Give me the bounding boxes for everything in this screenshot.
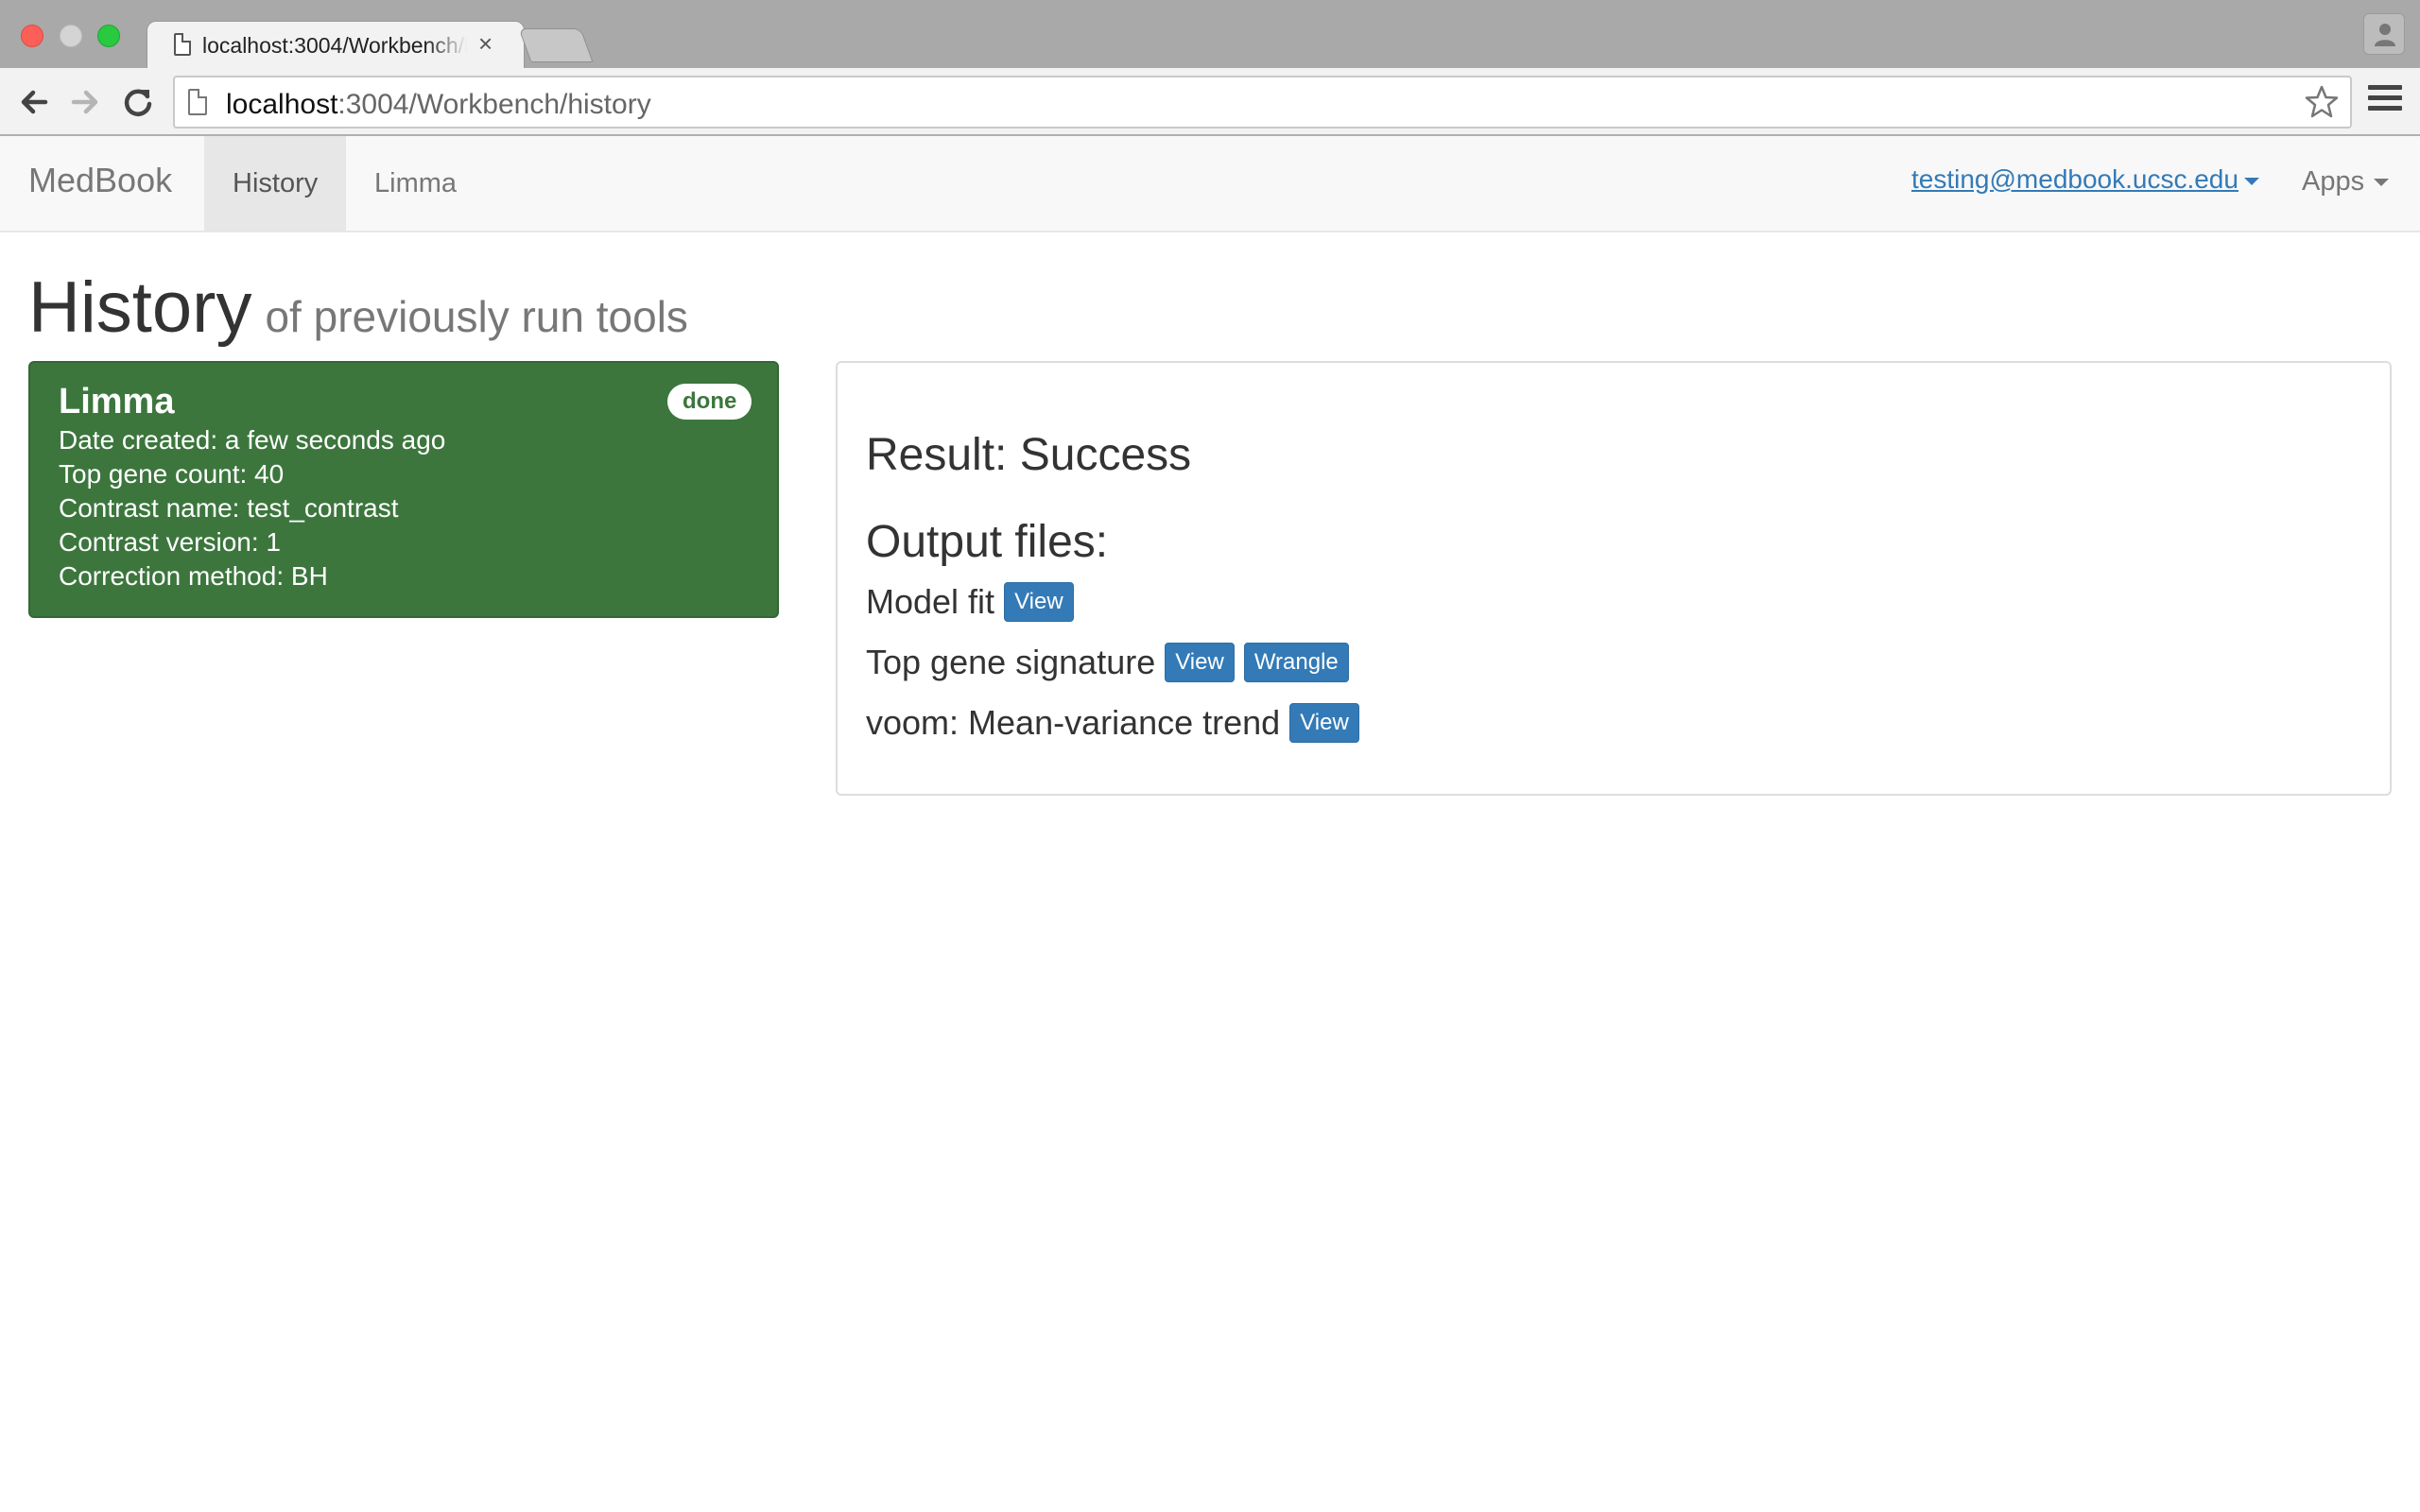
page-icon [188,89,207,115]
user-icon [2375,24,2395,46]
job-detail-contrast-version: Contrast version: 1 [59,527,281,557]
output-file-row: Top gene signature View Wrangle [866,643,1358,682]
browser-menu-icon[interactable] [2368,85,2402,119]
page-icon [174,33,191,56]
page-title-main: History [28,267,252,348]
wrangle-button[interactable]: Wrangle [1243,643,1349,682]
view-button[interactable]: View [1289,703,1359,743]
nav-item-history[interactable]: History [204,136,347,231]
browser-tab[interactable]: localhost:3004/Workbench/history × [147,21,525,70]
job-card[interactable]: Limma done Date created: a few seconds a… [28,361,779,618]
job-name: Limma [59,382,175,421]
minimize-window-button[interactable] [60,25,82,47]
output-file-row: Model fit View [866,582,1083,622]
output-file-name: Model fit [866,582,995,621]
reload-button[interactable] [119,83,157,121]
user-email: testing@medbook.ucsc.edu [1911,164,2238,194]
url-host: localhost [226,89,338,120]
job-detail-correction-method: Correction method: BH [59,561,328,591]
page-title-subtitle: of previously run tools [265,292,688,341]
bookmark-star-icon[interactable] [2303,83,2341,126]
browser-toolbar: localhost:3004/Workbench/history [0,68,2420,136]
status-badge: done [667,384,752,420]
url-text[interactable]: localhost:3004/Workbench/history [226,89,651,121]
tab-title: localhost:3004/Workbench/history [202,33,467,58]
brand-logo[interactable]: MedBook [28,161,172,200]
new-tab-button[interactable] [518,28,594,62]
browser-titlebar: localhost:3004/Workbench/history × [0,0,2420,70]
output-files-heading: Output files: [866,517,1109,567]
caret-down-icon [2374,179,2390,187]
caret-down-icon [2243,177,2259,185]
profile-button[interactable] [2363,13,2405,55]
forward-button[interactable] [66,83,104,121]
tab-close-button[interactable]: × [478,29,493,59]
view-button[interactable]: View [1165,643,1235,682]
result-heading: Result: Success [866,430,1192,480]
url-path: :3004/Workbench/history [337,89,651,120]
apps-label: Apps [2302,166,2365,197]
apps-menu-dropdown[interactable]: Apps [2302,166,2390,198]
address-bar[interactable]: localhost:3004/Workbench/history [173,76,2352,129]
page-title: History of previously run tools [28,266,688,349]
output-file-name: voom: Mean-variance trend [866,703,1281,742]
output-file-row: voom: Mean-variance trend View [866,703,1369,743]
back-button[interactable] [15,83,53,121]
arrow-left-icon [21,90,48,114]
arrow-right-icon [71,90,98,114]
job-detail-date: Date created: a few seconds ago [59,425,446,455]
app-navbar: MedBook History Limma testing@medbook.uc… [0,136,2420,232]
result-panel: Result: Success Output files: Model fit … [836,361,2392,796]
close-window-button[interactable] [21,25,43,47]
maximize-window-button[interactable] [97,25,120,47]
nav-item-limma[interactable]: Limma [346,136,485,231]
view-button[interactable]: View [1004,582,1074,622]
user-menu-dropdown[interactable]: testing@medbook.ucsc.edu [1911,164,2259,195]
job-detail-top-gene-count: Top gene count: 40 [59,459,285,489]
output-file-name: Top gene signature [866,643,1156,681]
job-detail-contrast-name: Contrast name: test_contrast [59,493,399,523]
reload-icon [124,89,152,116]
